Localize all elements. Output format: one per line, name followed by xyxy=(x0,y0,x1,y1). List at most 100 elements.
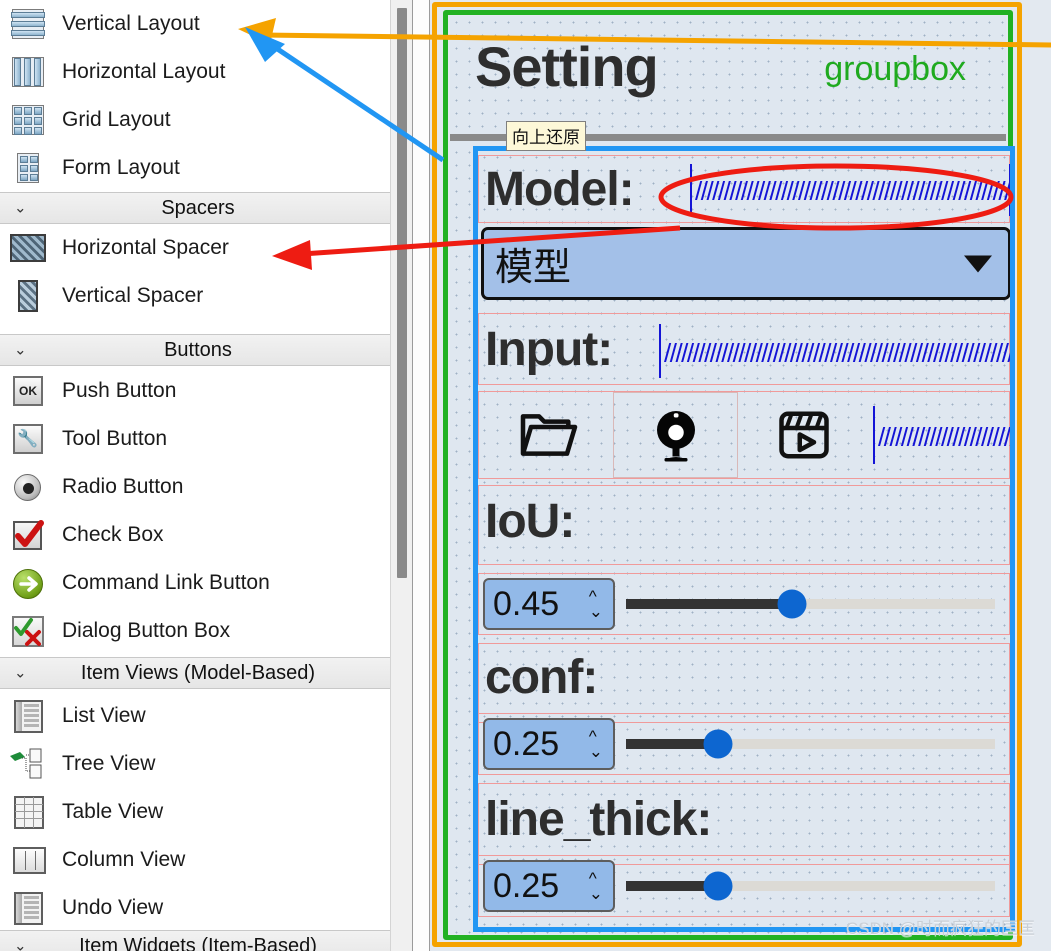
chevron-up-icon[interactable]: ^ xyxy=(589,870,603,887)
form-design-canvas[interactable]: Setting groupbox 向上还原 Model: ///////////… xyxy=(430,0,1051,951)
conf-spinbox[interactable]: 0.25 ^ ⌄ xyxy=(483,718,615,770)
widget-item-label: Undo View xyxy=(62,896,164,919)
scrollbar-thumb[interactable] xyxy=(397,8,407,578)
vertical-layout-container[interactable]: Model: /////////////////////////////////… xyxy=(478,151,1010,927)
folder-open-icon xyxy=(520,414,578,456)
model-combobox-value: 模型 xyxy=(495,247,572,289)
folder-open-button[interactable] xyxy=(481,392,613,478)
widget-item-undo-view[interactable]: Undo View xyxy=(0,884,390,932)
input-label: Input: xyxy=(485,323,613,376)
widget-item-label: Horizontal Layout xyxy=(62,60,226,83)
slider-handle[interactable] xyxy=(703,729,733,759)
chevron-up-icon[interactable]: ^ xyxy=(589,728,603,745)
widget-item-label: Vertical Layout xyxy=(62,12,200,35)
undo-view-icon xyxy=(8,891,48,925)
widget-item-label: Table View xyxy=(62,800,164,823)
chevron-down-icon[interactable]: ⌄ xyxy=(589,603,603,620)
table-view-icon xyxy=(8,795,48,829)
input-row[interactable]: Input: /////////////////////////////////… xyxy=(478,313,1010,385)
model-line-edit-placeholder[interactable]: ////////////////////////////////////////… xyxy=(695,178,1010,204)
iou-spinbox[interactable]: 0.45 ^ ⌄ xyxy=(483,578,615,630)
widget-item-column-view[interactable]: Column View xyxy=(0,836,390,884)
conf-row[interactable]: conf: xyxy=(478,643,1010,723)
widget-box-group-header-spacers[interactable]: ⌄ Spacers xyxy=(0,192,390,224)
webcam-button[interactable] xyxy=(613,392,738,478)
widget-item-check-box[interactable]: Check Box xyxy=(0,511,390,559)
conf-control-row[interactable]: 0.25 ^ ⌄ xyxy=(478,713,1010,775)
widget-item-label: Vertical Spacer xyxy=(62,284,204,307)
model-row[interactable]: Model: /////////////////////////////////… xyxy=(478,155,1010,223)
form-layout-icon xyxy=(8,151,48,185)
iou-row[interactable]: IoU: xyxy=(478,485,1010,565)
widget-box-panel[interactable]: Layouts Vertical Layout Horizontal Layou… xyxy=(0,0,390,951)
widget-item-vertical-layout[interactable]: Vertical Layout xyxy=(0,0,390,48)
model-combobox[interactable]: 模型 xyxy=(481,227,1010,300)
conf-label: conf: xyxy=(485,651,598,704)
group-header-label: Item Views (Model-Based) xyxy=(80,661,316,684)
line-thick-row[interactable]: line_thick: xyxy=(478,783,1010,865)
widget-item-radio-button[interactable]: Radio Button xyxy=(0,463,390,511)
input-line-edit-caret xyxy=(659,324,661,378)
group-header-label: Buttons xyxy=(164,338,232,361)
list-view-icon xyxy=(8,699,48,733)
horizontal-layout-icon xyxy=(8,55,48,89)
source-buttons-row[interactable]: ///////////////////////////// xyxy=(478,391,1010,479)
widget-item-form-layout[interactable]: Form Layout xyxy=(0,144,390,192)
widget-item-horizontal-layout[interactable]: Horizontal Layout xyxy=(0,48,390,96)
widget-item-push-button[interactable]: OK Push Button xyxy=(0,367,390,415)
iou-control-row[interactable]: 0.45 ^ ⌄ xyxy=(478,573,1010,635)
line-thick-slider[interactable] xyxy=(626,856,995,916)
chevron-down-icon: ⌄ xyxy=(14,199,27,217)
watermark-text: CSDN @时而疯狂的匡匡 xyxy=(845,919,1035,938)
widget-box-group-header-buttons[interactable]: ⌄ Buttons xyxy=(0,334,390,366)
model-input-caret xyxy=(690,164,692,216)
widget-item-label: Check Box xyxy=(62,523,164,546)
widget-item-horizontal-spacer[interactable]: Horizontal Spacer xyxy=(0,224,390,272)
iou-spinbox-value: 0.45 xyxy=(493,584,560,623)
widget-item-table-view[interactable]: Table View xyxy=(0,788,390,836)
chevron-up-icon[interactable]: ^ xyxy=(589,588,603,605)
model-combo-row[interactable]: 模型 xyxy=(478,227,1010,309)
slider-handle[interactable] xyxy=(703,871,733,901)
video-file-button[interactable] xyxy=(738,392,870,478)
chevron-down-icon: ⌄ xyxy=(14,937,27,951)
chevron-down-icon[interactable]: ⌄ xyxy=(589,885,603,902)
widget-item-label: Horizontal Spacer xyxy=(62,236,229,259)
input-line-edit-placeholder[interactable]: ////////////////////////////////////////… xyxy=(664,340,1010,366)
widget-box-group-header-item-views[interactable]: ⌄ Item Views (Model-Based) xyxy=(0,657,390,689)
line-thick-label: line_thick: xyxy=(485,793,712,846)
model-label: Model: xyxy=(485,163,635,216)
widget-item-label: Column View xyxy=(62,848,186,871)
widget-item-tool-button[interactable]: 🔧 Tool Button xyxy=(0,415,390,463)
widget-item-label: List View xyxy=(62,704,146,727)
radio-button-icon xyxy=(8,470,48,504)
spinbox-stepper-icons[interactable]: ^ ⌄ xyxy=(589,870,603,902)
widget-box-group-header-item-widgets[interactable]: ⌄ Item Widgets (Item-Based) xyxy=(0,930,390,951)
widget-box-scrollbar[interactable] xyxy=(390,0,412,951)
widget-item-grid-layout[interactable]: Grid Layout xyxy=(0,96,390,144)
iou-label: IoU: xyxy=(485,495,575,548)
line-thick-control-row[interactable]: 0.25 ^ ⌄ xyxy=(478,855,1010,917)
widget-item-label: Grid Layout xyxy=(62,108,171,131)
spinbox-stepper-icons[interactable]: ^ ⌄ xyxy=(589,588,603,620)
widget-item-label: Form Layout xyxy=(62,156,180,179)
iou-slider[interactable] xyxy=(626,574,995,634)
source-line-edit-placeholder[interactable]: ///////////////////////////// xyxy=(878,424,1010,450)
line-thick-spinbox[interactable]: 0.25 ^ ⌄ xyxy=(483,860,615,912)
restore-up-tooltip: 向上还原 xyxy=(506,121,586,151)
widget-item-vertical-spacer[interactable]: Vertical Spacer xyxy=(0,272,390,320)
chevron-down-icon[interactable]: ⌄ xyxy=(589,743,603,760)
widget-item-dialog-button-box[interactable]: Dialog Button Box xyxy=(0,607,390,655)
check-box-icon xyxy=(8,518,48,552)
chevron-down-icon[interactable] xyxy=(964,255,992,272)
video-clapper-play-icon xyxy=(779,411,829,459)
vertical-spacer-icon xyxy=(8,279,48,313)
widget-item-tree-view[interactable]: Tree View xyxy=(0,740,390,788)
widget-item-command-link-button[interactable]: Command Link Button xyxy=(0,559,390,607)
conf-slider[interactable] xyxy=(626,714,995,774)
groupbox-title: Setting xyxy=(475,35,659,98)
conf-spinbox-value: 0.25 xyxy=(493,724,560,763)
spinbox-stepper-icons[interactable]: ^ ⌄ xyxy=(589,728,603,760)
widget-item-list-view[interactable]: List View xyxy=(0,692,390,740)
slider-handle[interactable] xyxy=(777,589,807,619)
